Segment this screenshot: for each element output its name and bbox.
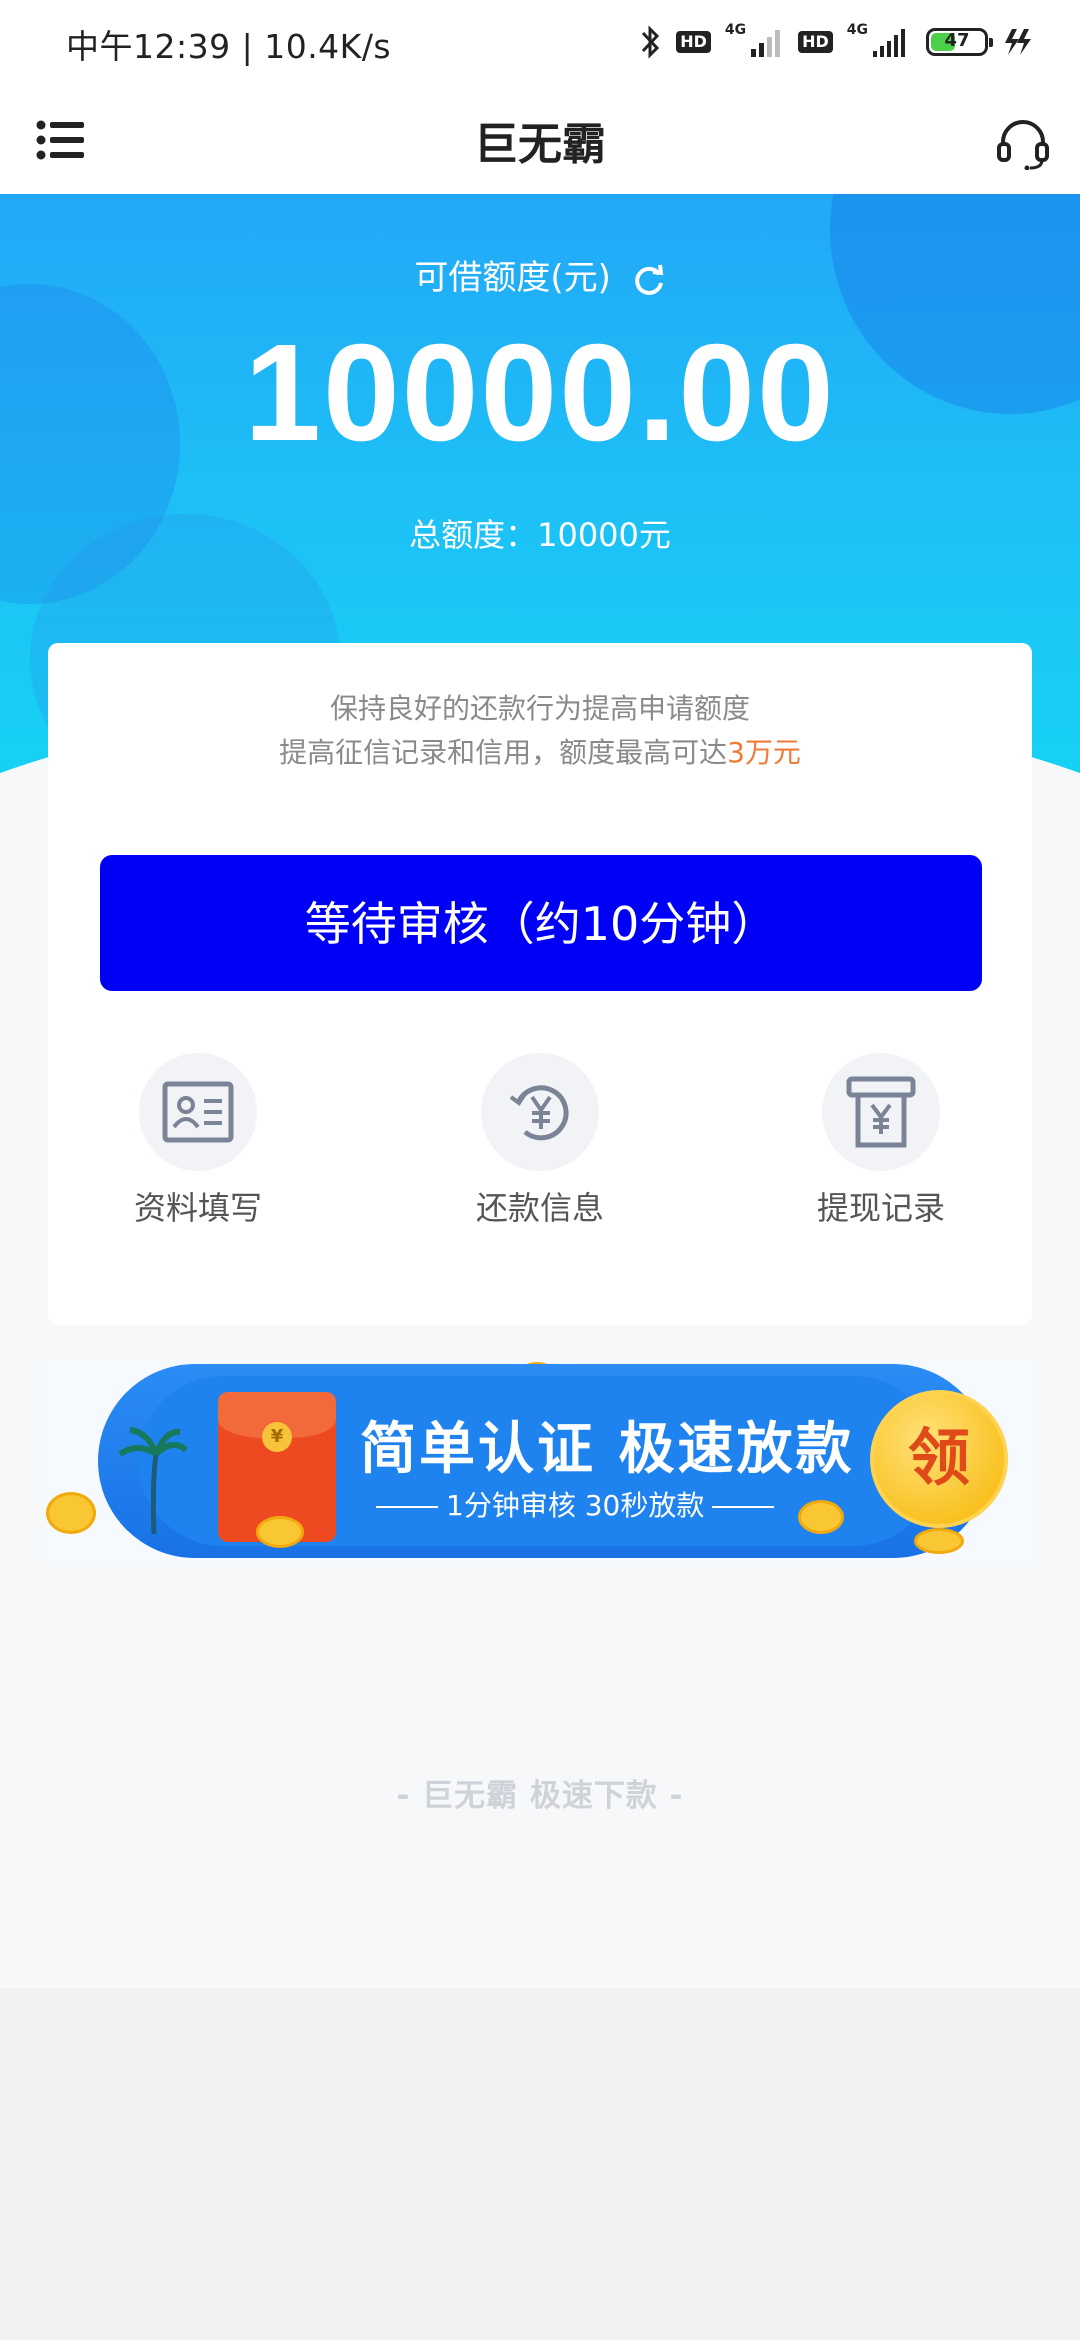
coin-decor [914, 1528, 964, 1554]
charging-icon [1005, 29, 1031, 55]
promo-subtitle: 1分钟审核 30秒放款 [368, 1484, 782, 1524]
tip-line-1: 保持良好的还款行为提高申请额度 [329, 692, 750, 725]
network-type-2: 4G [846, 22, 868, 38]
headset-icon[interactable] [996, 116, 1050, 170]
quick-action-label: 还款信息 [475, 1189, 604, 1227]
tip-highlight-amount: 3万元 [727, 736, 801, 769]
refresh-icon[interactable] [632, 263, 666, 297]
status-time-speed: 中午12:39 | 10.4K/s [66, 27, 392, 66]
tip-line-2: 提高征信记录和信用，额度最高可达3万元 [48, 731, 1032, 771]
waiting-review-button[interactable]: 等待审核（约10分钟） [100, 855, 982, 991]
tip-line-2-text: 提高征信记录和信用，额度最高可达 [279, 736, 728, 769]
network-type-1: 4G [724, 22, 747, 38]
coin-decor [798, 1500, 844, 1534]
battery-indicator: 47 [926, 28, 993, 56]
divider-line [712, 1506, 775, 1508]
hd-badge-1: HD [676, 31, 711, 53]
quick-action-icon-bg [481, 1053, 599, 1171]
page-title: 巨无霸 [474, 119, 606, 170]
quick-action-withdraw-records[interactable]: 提现记录 [766, 1053, 996, 1233]
app-screen: 中午12:39 | 10.4K/s HD 4G HD 4G 47 巨无霸 可借额… [0, 0, 1080, 1988]
footer-slogan: - 巨无霸 极速下款 - [396, 1778, 684, 1814]
claim-badge[interactable]: 领 [870, 1390, 1008, 1528]
available-credit-label: 可借额度(元) [0, 250, 1080, 299]
quick-action-repayment[interactable]: 还款信息 [425, 1053, 655, 1233]
promo-banner[interactable]: ¥ 简单认证 极速放款 1分钟审核 30秒放款 领 [46, 1360, 1036, 1562]
quick-action-icon-bg [139, 1053, 257, 1171]
battery-cap [989, 38, 993, 47]
quick-action-icon-bg [822, 1053, 940, 1171]
id-card-icon [162, 1081, 234, 1143]
loan-card: 保持良好的还款行为提高申请额度 提高征信记录和信用，额度最高可达3万元 等待审核… [48, 643, 1032, 1325]
quick-action-label: 提现记录 [816, 1189, 945, 1227]
app-header: 巨无霸 [0, 84, 1080, 194]
coin-decor [46, 1492, 96, 1534]
hd-badge-2: HD [798, 31, 833, 53]
available-credit-amount: 10000.00 [244, 316, 836, 470]
red-packet-yuan: ¥ [262, 1422, 292, 1452]
battery-percent: 47 [944, 30, 970, 51]
total-credit: 总额度：10000元 [409, 516, 671, 554]
coin-decor [256, 1516, 304, 1548]
yuan-cycle-icon [509, 1085, 569, 1141]
promo-pill: ¥ 简单认证 极速放款 1分钟审核 30秒放款 领 [98, 1364, 1008, 1558]
divider-line [376, 1506, 438, 1508]
promo-title: 简单认证 极速放款 [360, 1417, 855, 1482]
palm-tree-icon [118, 1427, 188, 1534]
signal-icon-1 [751, 30, 781, 57]
quick-action-label: 资料填写 [133, 1189, 262, 1227]
quick-action-profile[interactable]: 资料填写 [83, 1053, 313, 1233]
available-credit-label-text: 可借额度(元) [414, 258, 611, 298]
promo-subtitle-text: 1分钟审核 30秒放款 [446, 1489, 705, 1522]
status-icons: HD 4G HD 4G 47 [640, 22, 1032, 62]
bluetooth-icon [642, 25, 660, 59]
signal-icon-2 [873, 29, 905, 57]
atm-yuan-icon [846, 1076, 916, 1148]
status-bar: 中午12:39 | 10.4K/s HD 4G HD 4G 47 [0, 0, 1080, 84]
